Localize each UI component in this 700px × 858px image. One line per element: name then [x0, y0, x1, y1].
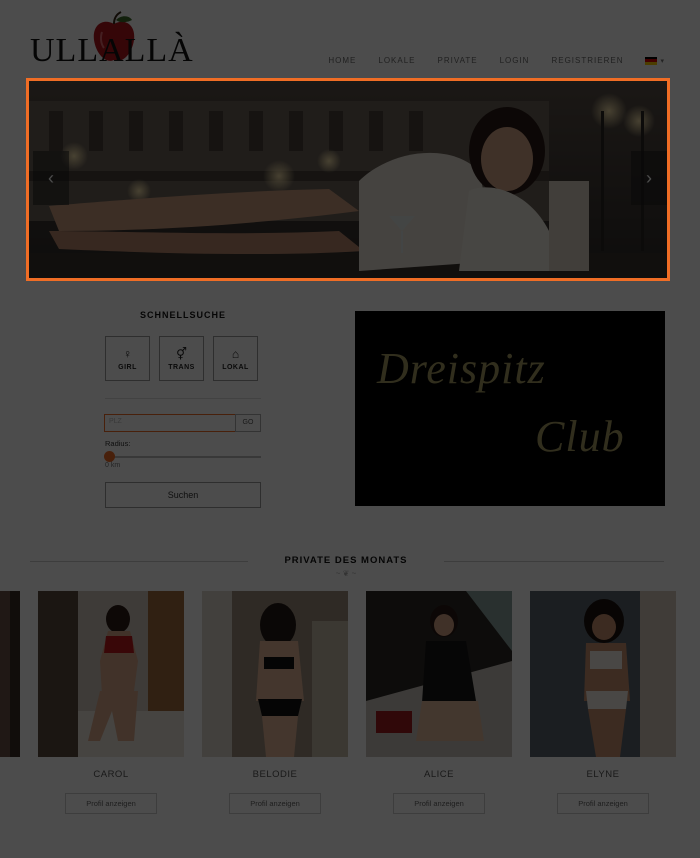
profile-name: ALICE [424, 769, 454, 780]
section-title: PRIVATE DES MONATS [284, 555, 408, 566]
profil-anzeigen-button[interactable]: Profil anzeigen [557, 793, 649, 814]
slider-prev-button[interactable]: ‹ [33, 151, 69, 205]
radius-slider-track[interactable] [109, 456, 261, 458]
search-girl-button[interactable]: ♀ GIRL [105, 336, 150, 381]
radius-label: Radius: [105, 439, 131, 448]
nav-private[interactable]: PRIVATE [438, 56, 478, 65]
page: ULLALLÀ HOME LOKALE PRIVATE LOGIN REGIST… [0, 0, 700, 858]
flag-de-icon [645, 56, 658, 65]
profile-card-carol[interactable] [38, 591, 184, 757]
nav-login[interactable]: LOGIN [500, 56, 530, 65]
logo-text: ULLALLÀ [30, 32, 194, 69]
trans-symbol-icon: ⚥ [176, 346, 187, 361]
chevron-left-icon: ‹ [48, 167, 54, 188]
profile-card-elyne[interactable] [530, 591, 676, 757]
home-icon: ⌂ [231, 346, 240, 361]
club-banner-line1: Dreispitz [377, 344, 546, 393]
search-girl-label: GIRL [118, 363, 137, 371]
profile-name: ELYNE [586, 769, 620, 780]
search-lokal-label: LOKAL [222, 363, 249, 371]
nav-home[interactable]: HOME [328, 56, 356, 65]
go-button[interactable]: GO [235, 414, 261, 432]
radius-slider-handle[interactable] [104, 451, 115, 462]
search-lokal-button[interactable]: ⌂ LOKAL [213, 336, 258, 381]
profile-photo [38, 591, 184, 757]
profile-card-belodie[interactable] [202, 591, 348, 757]
profile-name: BELODIE [252, 769, 298, 780]
slider-next-button[interactable]: › [631, 151, 667, 205]
profile-photo [366, 591, 512, 757]
search-trans-label: TRANS [168, 363, 195, 371]
carousel-prev-card[interactable] [0, 591, 20, 757]
female-symbol-icon: ♀ [123, 346, 132, 361]
radius-value: 0 km [105, 462, 121, 469]
profile-name: CAROL [93, 769, 129, 780]
caret-down-icon: ▾ [660, 57, 664, 65]
profil-anzeigen-button[interactable]: Profil anzeigen [393, 793, 485, 814]
profil-anzeigen-button[interactable]: Profil anzeigen [65, 793, 157, 814]
search-button[interactable]: Suchen [105, 482, 261, 508]
nav-lokale[interactable]: LOKALE [378, 56, 415, 65]
ornament-icon: ~ ❦ ~ [335, 569, 357, 578]
section-divider-right [444, 561, 664, 562]
chevron-right-icon: › [646, 167, 652, 188]
club-banner-line2: Club [535, 412, 625, 461]
nav-registrieren[interactable]: REGISTRIEREN [551, 56, 623, 65]
site-logo[interactable]: ULLALLÀ [30, 6, 193, 69]
profile-card-alice[interactable] [366, 591, 512, 757]
section-divider-left [30, 561, 248, 562]
quick-search-title: SCHNELLSUCHE [139, 310, 226, 320]
hero-image [29, 81, 667, 278]
profile-photo [0, 591, 20, 757]
profile-photo [202, 591, 348, 757]
plz-input[interactable]: PLZ [104, 414, 236, 432]
dreispitz-club-banner[interactable]: Dreispitz Club [355, 311, 665, 506]
divider [105, 398, 261, 399]
main-nav: HOME LOKALE PRIVATE LOGIN REGISTRIEREN ▾ [328, 56, 664, 65]
profile-photo [530, 591, 676, 757]
profil-anzeigen-button[interactable]: Profil anzeigen [229, 793, 321, 814]
language-selector[interactable]: ▾ [645, 56, 664, 65]
search-trans-button[interactable]: ⚥ TRANS [159, 336, 204, 381]
hero-slider[interactable]: ‹ › [26, 78, 670, 281]
